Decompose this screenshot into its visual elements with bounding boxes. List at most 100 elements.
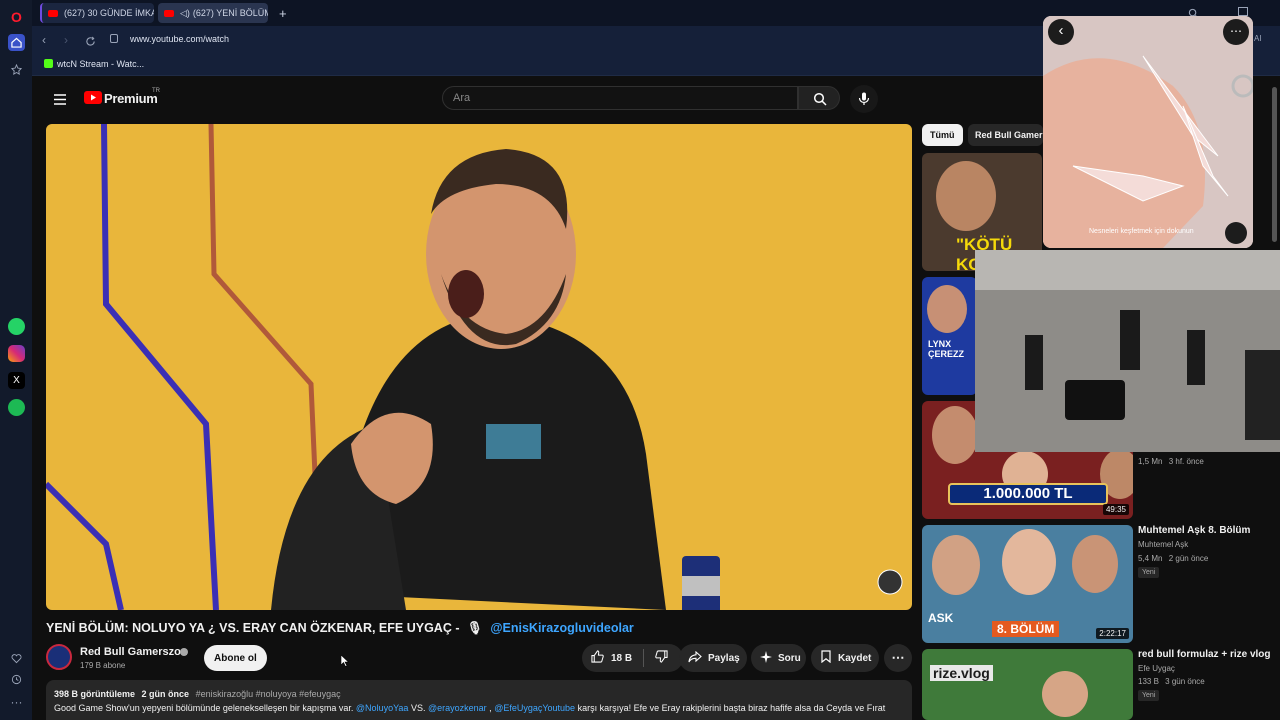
opera-logo-icon[interactable]: O	[8, 8, 25, 25]
tab-1[interactable]: (627) 30 GÜNDE İMKANS	[40, 3, 154, 23]
recommendation-thumbnail[interactable]: ASK 8. BÖLÜM 2:22:17	[922, 525, 1133, 643]
forward-icon[interactable]: ›	[64, 33, 68, 47]
ai-button[interactable]: AI	[1254, 34, 1262, 43]
url-field[interactable]: www.youtube.com/watch	[130, 34, 229, 44]
lock-icon	[110, 34, 118, 43]
history-icon[interactable]	[8, 671, 25, 688]
instagram-icon[interactable]	[8, 345, 25, 362]
ask-button[interactable]: Soru	[751, 644, 806, 672]
description-box[interactable]: 398 B görüntüleme 2 gün önce #eniskirazo…	[46, 680, 912, 720]
thumb-face	[1042, 671, 1088, 717]
save-label: Kaydet	[838, 652, 872, 664]
search-button[interactable]	[798, 86, 840, 110]
share-icon	[688, 650, 702, 666]
reload-icon[interactable]	[85, 34, 96, 52]
like-dislike-group: 18 B	[582, 644, 683, 672]
tab-2-label: (627) YENİ BÖLÜM: N	[192, 8, 268, 18]
channel-avatar[interactable]	[46, 644, 72, 670]
hashtags[interactable]: #eniskirazoğlu #noluyoya #efeuygaç	[196, 689, 341, 699]
recommendation-title[interactable]: Muhtemel Aşk 8. Bölüm	[1138, 525, 1250, 536]
like-icon[interactable]	[591, 650, 604, 666]
mention-link[interactable]: @erayozkenar	[428, 703, 487, 713]
favorites-icon[interactable]	[8, 61, 25, 78]
thumb-brand: ASK	[928, 611, 954, 625]
recommendation-meta: 133 B 3 gün önce	[1138, 677, 1205, 686]
mention-link[interactable]: @EfeUygaçYoutube	[494, 703, 575, 713]
youtube-favicon-icon	[164, 9, 174, 17]
heart-icon[interactable]	[8, 650, 25, 667]
chip-all[interactable]: Tümü	[922, 124, 963, 146]
lens-popup[interactable]: ‹ ⋯ Nesneleri keşfetmek için dokunun	[1043, 16, 1253, 248]
chip-channel[interactable]: Red Bull Gamer	[968, 124, 1043, 146]
picture-in-picture-image[interactable]	[975, 250, 1280, 452]
spotify-icon[interactable]	[8, 399, 25, 416]
pill-divider	[643, 649, 645, 667]
x-icon[interactable]: X	[8, 372, 25, 389]
meta-views: 133 B	[1138, 677, 1159, 686]
meta-age: 3 gün önce	[1165, 677, 1205, 686]
more-options-icon[interactable]: ⋯	[1223, 19, 1249, 45]
tab-2-active[interactable]: ◁) (627) YENİ BÖLÜM: N	[158, 3, 268, 23]
save-button[interactable]: Kaydet	[811, 644, 879, 672]
snapshot-icon[interactable]	[1238, 7, 1248, 16]
recommendation-thumbnail[interactable]: rize.vlog	[922, 649, 1133, 720]
title-channel-link[interactable]: @EnisKirazogluvideolar	[490, 621, 633, 635]
subscribe-button[interactable]: Abone ol	[204, 645, 267, 671]
new-badge: Yeni	[1138, 567, 1160, 578]
meta-views: 1,5 Mn	[1138, 457, 1163, 466]
thumb-text: LYNX ÇEREZZ	[928, 339, 964, 359]
search-input[interactable]: Ara	[442, 86, 798, 110]
video-player[interactable]	[46, 124, 912, 610]
speaker-icon: ◁)	[180, 7, 190, 18]
voice-search-button[interactable]	[850, 85, 878, 113]
new-tab-button[interactable]: +	[274, 3, 292, 23]
bookmark-item[interactable]: wtcN Stream - Watc...	[57, 59, 144, 69]
sparkle-icon	[760, 650, 772, 666]
more-icon[interactable]: ···	[8, 693, 25, 710]
subscriber-count: 179 B abone	[80, 661, 126, 670]
recommendation-title[interactable]: red bull formulaz + rize vlog	[1138, 649, 1271, 660]
whatsapp-icon[interactable]	[8, 318, 25, 335]
description-text: Good Game Show'un yepyeni bölümünde gele…	[54, 703, 886, 713]
home-icon[interactable]	[8, 34, 25, 51]
upload-age: 2 gün önce	[141, 689, 190, 699]
ask-label: Soru	[778, 652, 801, 664]
meta-age: 2 gün önce	[1168, 554, 1209, 563]
more-actions-button[interactable]: ⋯	[884, 644, 912, 672]
scrollbar[interactable]	[1272, 87, 1277, 242]
desc-text-3: karşı karşıya! Efe ve Eray rakiplerini b…	[577, 703, 886, 713]
youtube-logo-icon[interactable]	[84, 91, 102, 104]
like-count[interactable]: 18 B	[611, 653, 632, 664]
desc-text-1: Good Game Show'un yepyeni bölümünde gele…	[54, 703, 354, 713]
thumb-text: rize.vlog	[930, 665, 993, 681]
recommendation-channel[interactable]: Efe Uygaç	[1138, 664, 1175, 673]
pip-image	[975, 250, 1280, 452]
video-duration: 49:35	[1102, 504, 1129, 515]
meta-views: 5,4 Mn	[1138, 554, 1163, 563]
mention-link[interactable]: @NoluyoYaa	[356, 703, 409, 713]
lens-search-icon[interactable]	[1225, 222, 1247, 244]
video-frame	[46, 124, 903, 610]
bookmark-icon	[821, 650, 831, 666]
thumb-text: 8. BÖLÜM	[992, 621, 1060, 637]
mouse-cursor	[340, 654, 350, 672]
thumb-face	[932, 406, 978, 464]
recommendation-meta: 1,5 Mn 3 hf. önce	[1138, 457, 1204, 466]
back-icon[interactable]: ‹	[42, 33, 46, 47]
share-button[interactable]: Paylaş	[679, 644, 747, 672]
back-icon[interactable]: ‹	[1048, 19, 1074, 45]
youtube-favicon-icon	[48, 9, 58, 17]
thumb-face	[932, 535, 980, 595]
recommendation-channel[interactable]: Muhtemel Aşk	[1138, 540, 1188, 549]
tab-1-label: (627) 30 GÜNDE İMKANS	[64, 8, 154, 18]
share-label: Paylaş	[708, 652, 740, 664]
channel-name[interactable]: Red Bull Gamerszon	[80, 646, 188, 658]
recommendation-thumbnail[interactable]: LYNX ÇEREZZ	[922, 277, 977, 395]
dislike-icon[interactable]	[655, 650, 668, 666]
thumb-face	[1002, 529, 1056, 595]
menu-icon[interactable]	[54, 92, 66, 110]
video-title-text: YENİ BÖLÜM: NOLUYO YA ¿ VS. ERAY CAN ÖZK…	[46, 621, 460, 635]
logo-text: Premium	[104, 91, 158, 106]
kick-favicon-icon	[44, 59, 53, 68]
browser-sidebar: O X ···	[0, 0, 32, 720]
